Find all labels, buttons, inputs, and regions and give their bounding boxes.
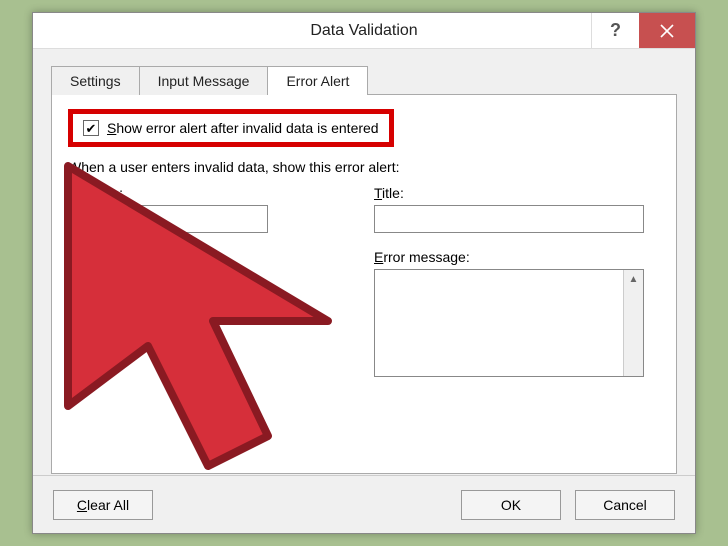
instruction-text: When a user enters invalid data, show th… <box>68 159 660 175</box>
help-button[interactable]: ? <box>591 13 639 48</box>
tab-panel-error-alert: ✔ Show error alert after invalid data is… <box>51 94 677 474</box>
title-column: Title: Error message: ▲ <box>374 185 660 377</box>
style-value: Stop <box>97 211 126 227</box>
tab-strip: Settings Input Message Error Alert <box>51 65 677 94</box>
tab-settings[interactable]: Settings <box>51 66 140 95</box>
close-button[interactable] <box>639 13 695 48</box>
titlebar: Data Validation ? <box>33 13 695 49</box>
error-message-label: Error message: <box>374 249 644 265</box>
title-label: Title: <box>374 185 644 201</box>
tab-input-message[interactable]: Input Message <box>139 66 269 95</box>
style-column: Style: Stop <box>88 185 348 377</box>
style-select[interactable]: Stop <box>88 205 268 233</box>
close-icon <box>660 24 674 38</box>
style-label: Style: <box>88 185 348 201</box>
tab-error-alert[interactable]: Error Alert <box>267 66 368 95</box>
dialog-title: Data Validation <box>310 22 417 40</box>
clear-all-button[interactable]: Clear All <box>53 490 153 520</box>
textarea-scrollbar[interactable]: ▲ <box>623 270 643 376</box>
textarea-content <box>375 270 623 376</box>
scroll-up-icon: ▲ <box>629 274 639 285</box>
data-validation-dialog: Data Validation ? Settings Input Message… <box>32 12 696 534</box>
show-alert-highlight: ✔ Show error alert after invalid data is… <box>68 109 394 147</box>
ok-button[interactable]: OK <box>461 490 561 520</box>
cancel-button[interactable]: Cancel <box>575 490 675 520</box>
titlebar-buttons: ? <box>591 13 695 48</box>
button-bar: Clear All OK Cancel <box>33 475 695 533</box>
show-alert-label: Show error alert after invalid data is e… <box>107 120 379 136</box>
form-row: Style: Stop Title: Error message: ▲ <box>68 185 660 377</box>
show-alert-checkbox[interactable]: ✔ <box>83 120 99 136</box>
title-input[interactable] <box>374 205 644 233</box>
dialog-body: Settings Input Message Error Alert ✔ Sho… <box>33 49 695 475</box>
error-message-textarea[interactable]: ▲ <box>374 269 644 377</box>
